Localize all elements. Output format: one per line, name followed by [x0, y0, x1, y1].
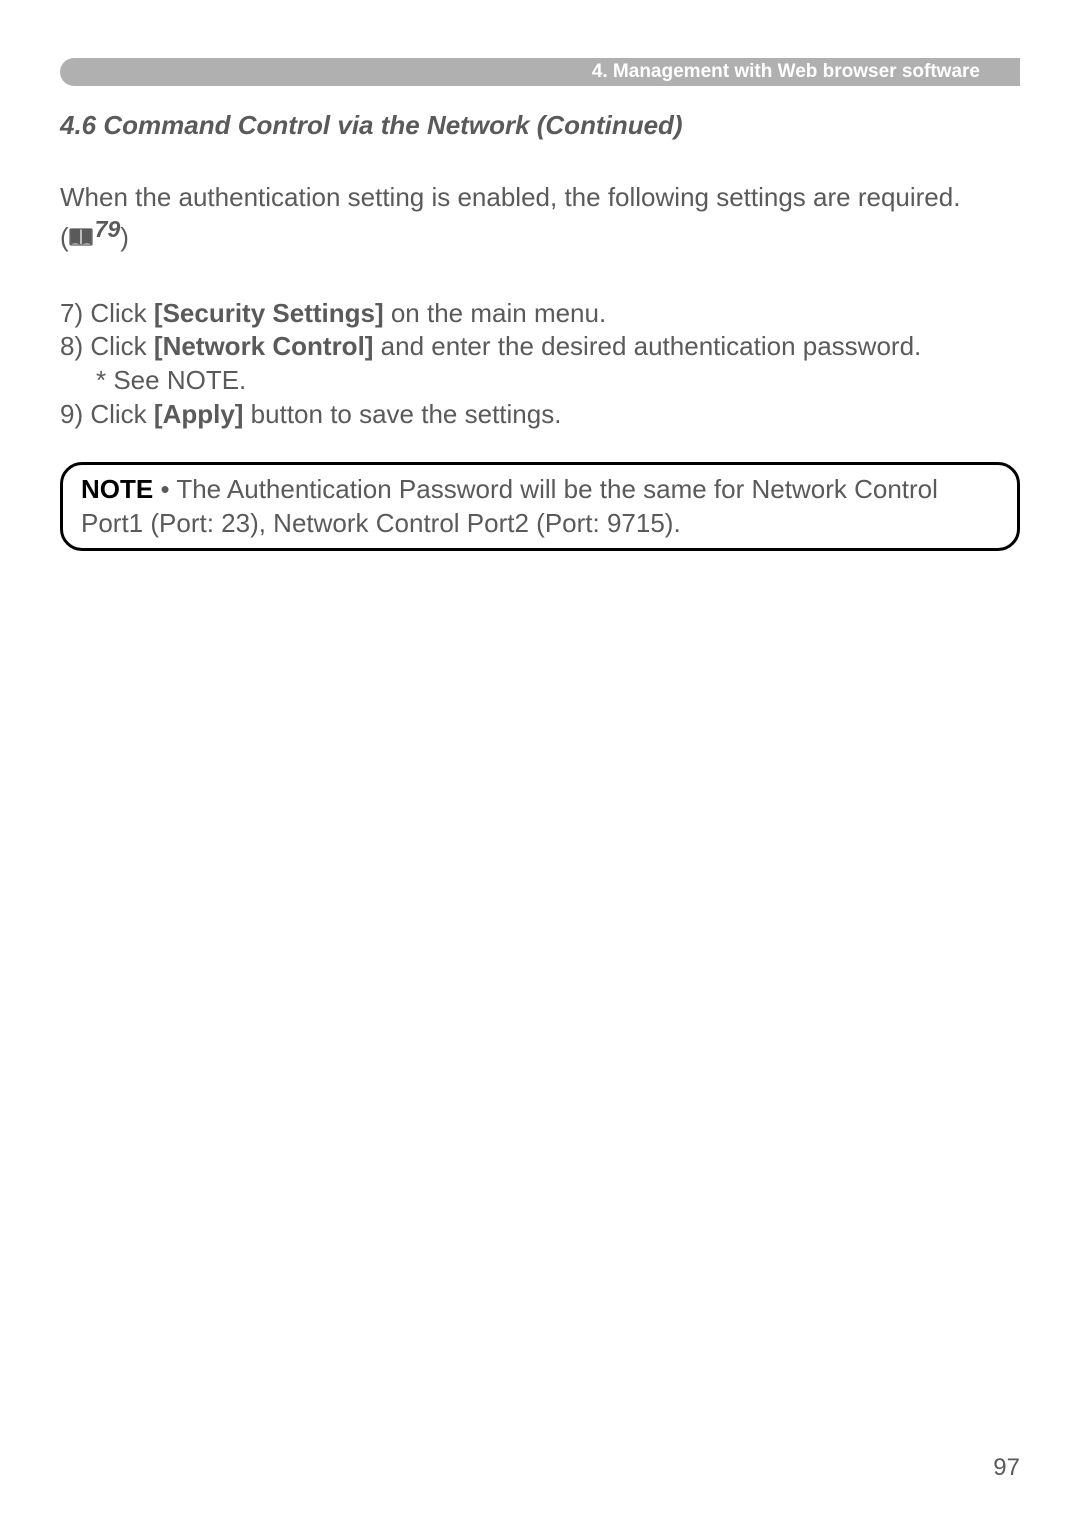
page-ref-open: ( [60, 222, 69, 252]
step8-pre: 8) Click [60, 331, 154, 361]
page-reference: 79 [69, 215, 121, 245]
step8-bold: [Network Control] [154, 331, 374, 361]
step-8: 8) Click [Network Control] and enter the… [60, 330, 1020, 364]
note-label: NOTE [81, 474, 153, 504]
step9-post: button to save the settings. [243, 399, 561, 429]
step-7: 7) Click [Security Settings] on the main… [60, 297, 1020, 331]
intro-text: When the authentication setting is enabl… [60, 182, 960, 212]
note-text: • The Authentication Password will be th… [81, 474, 938, 538]
steps-list: 7) Click [Security Settings] on the main… [60, 297, 1020, 432]
page-number: 97 [993, 1454, 1020, 1482]
page-ref-close: ) [120, 222, 129, 252]
intro-paragraph: When the authentication setting is enabl… [60, 181, 1020, 255]
section-title: 4.6 Command Control via the Network (Con… [60, 110, 1020, 141]
book-icon [69, 221, 93, 239]
note-box: NOTE • The Authentication Password will … [60, 462, 1020, 552]
step-9: 9) Click [Apply] button to save the sett… [60, 398, 1020, 432]
step9-bold: [Apply] [154, 399, 244, 429]
step-8-sub: * See NOTE. [60, 364, 1020, 398]
header-bar: 4. Management with Web browser software [60, 58, 1020, 86]
step9-pre: 9) Click [60, 399, 154, 429]
step7-bold: [Security Settings] [154, 298, 384, 328]
page-ref-number: 79 [95, 215, 121, 245]
breadcrumb: 4. Management with Web browser software [592, 61, 980, 83]
step7-post: on the main menu. [384, 298, 607, 328]
document-page: 4. Management with Web browser software … [0, 0, 1080, 1532]
step7-pre: 7) Click [60, 298, 154, 328]
step8-post: and enter the desired authentication pas… [373, 331, 921, 361]
